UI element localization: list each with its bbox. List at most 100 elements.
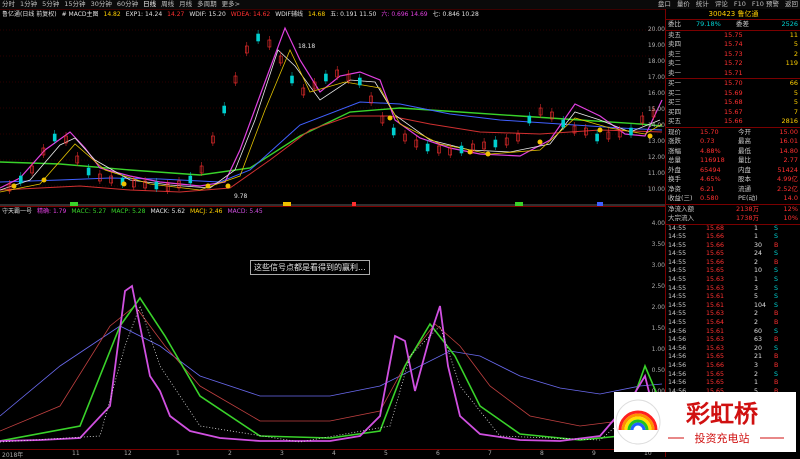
stat-label: 外盘 bbox=[668, 165, 681, 174]
stat-row: 现价 15.70 今开 15.00 bbox=[666, 128, 800, 138]
tick-flag: S bbox=[774, 284, 778, 292]
period-tab[interactable]: 15分钟 bbox=[64, 0, 85, 9]
panel-tab[interactable]: 评论 bbox=[715, 0, 728, 8]
price-tick: 13.00 bbox=[647, 138, 665, 145]
period-tab[interactable]: 周线 bbox=[161, 0, 174, 9]
tick-time: 14:55 bbox=[668, 293, 687, 301]
lower-legend-item: MACD: 5.45 bbox=[227, 208, 263, 215]
period-tab[interactable]: 30分钟 bbox=[91, 0, 112, 9]
quote-price: 15.73 bbox=[724, 49, 743, 58]
period-tab[interactable]: 月线 bbox=[179, 0, 192, 9]
lower-legend-item: MACP: 5.28 bbox=[111, 208, 146, 215]
tick-price: 15.65 bbox=[706, 267, 725, 275]
stats-block: 现价 15.70 今开 15.00 涨跌 0.73 最高 16.01 涨幅 4.88% 最低 14.8… bbox=[666, 128, 800, 205]
tick-flag: S bbox=[774, 267, 778, 275]
weibi-row: 委比 79.18% 委差 2526 bbox=[666, 20, 800, 31]
indicator-tick: 3.00 bbox=[651, 262, 665, 269]
tick-row: 14:55 15.66 30 B bbox=[666, 242, 800, 251]
stat-row: 收益(三) 0.580 PE(动) 14.0 bbox=[666, 194, 800, 204]
lower-legend-item: MACK: 5.62 bbox=[150, 208, 186, 215]
stat-label: 内盘 bbox=[738, 165, 751, 174]
tick-volume: 104 bbox=[754, 301, 767, 309]
panel-tab[interactable]: 量价 bbox=[677, 0, 690, 8]
tick-flag: B bbox=[774, 241, 779, 249]
quote-volume: 11 bbox=[789, 30, 798, 39]
panel-tab[interactable]: 返回 bbox=[785, 0, 798, 8]
tick-row: 14:56 15.61 60 S bbox=[666, 328, 800, 337]
tick-row: 14:55 15.64 2 B bbox=[666, 319, 800, 328]
quote-row: 买一 15.70 66 bbox=[666, 79, 800, 89]
kline-chart[interactable]: 18.18 9.78 bbox=[0, 20, 665, 206]
tick-flag: S bbox=[774, 250, 778, 258]
tick-volume: 5 bbox=[754, 293, 759, 301]
lower-legend-item: 守天霸一号 bbox=[2, 208, 33, 215]
quote-volume: 5 bbox=[793, 88, 798, 97]
period-tab[interactable]: 多周期 bbox=[197, 0, 217, 9]
tick-time: 14:55 bbox=[668, 267, 687, 275]
svg-text:投资充电站: 投资充电站 bbox=[695, 431, 750, 445]
tick-row: 14:55 15.68 1 S bbox=[666, 225, 800, 234]
legend-item: WDIF辅线 bbox=[275, 11, 303, 18]
lower-legend-item: 精确: 1.79 bbox=[37, 208, 67, 215]
panel-tab[interactable]: F10 bbox=[734, 0, 746, 8]
tick-price: 15.63 bbox=[706, 284, 725, 292]
quote-price: 15.68 bbox=[724, 98, 743, 106]
signal-note: 这些信号点都是看得到的赢利... bbox=[250, 260, 370, 275]
tick-volume: 63 bbox=[754, 336, 763, 344]
stat-row: 涨幅 4.88% 最低 14.80 bbox=[666, 147, 800, 157]
period-tab[interactable]: 分时 bbox=[2, 0, 15, 9]
tick-row: 14:56 15.66 3 B bbox=[666, 362, 800, 371]
trend-white bbox=[0, 49, 661, 191]
period-tab[interactable]: 日线 bbox=[143, 0, 156, 9]
tick-price: 15.66 bbox=[706, 258, 725, 266]
quote-label: 买四 bbox=[668, 107, 681, 116]
date-tick: 6 bbox=[436, 450, 440, 457]
tick-price: 15.66 bbox=[706, 241, 725, 249]
legend-item: 鲁亿通(日线 前复权) bbox=[2, 11, 57, 18]
tick-price: 15.66 bbox=[706, 233, 725, 241]
tick-price: 15.66 bbox=[706, 362, 725, 369]
stat-value: 4.88% bbox=[700, 146, 721, 155]
panel-tab[interactable]: F10 预警 bbox=[752, 0, 779, 8]
quote-row: 买三 15.68 5 bbox=[666, 98, 800, 108]
tick-time: 14:56 bbox=[668, 370, 687, 378]
stat-value: 2.77 bbox=[783, 156, 798, 164]
flow-row: 净流入额 2138万 12% bbox=[666, 205, 800, 215]
tick-flag: S bbox=[774, 370, 778, 378]
indicator-chart[interactable] bbox=[0, 216, 665, 448]
tick-time: 14:56 bbox=[668, 327, 687, 335]
indicator-tick: 2.00 bbox=[651, 304, 665, 311]
stat-value: 14.0 bbox=[783, 194, 798, 202]
quote-row: 买五 15.66 2816 bbox=[666, 117, 800, 127]
tick-volume: 2 bbox=[754, 370, 759, 378]
tick-volume: 1 bbox=[754, 276, 759, 284]
quote-volume: 2 bbox=[793, 49, 798, 58]
stock-header[interactable]: 300423 鲁亿通 bbox=[666, 9, 800, 20]
tick-volume: 1 bbox=[754, 224, 759, 232]
panel-tab[interactable]: 统计 bbox=[696, 0, 709, 8]
date-tick: 2 bbox=[228, 450, 232, 457]
indicator-blue-line bbox=[0, 325, 663, 417]
quote-volume: 7 bbox=[793, 107, 798, 116]
period-tab[interactable]: 1分钟 bbox=[20, 0, 37, 9]
tick-flag: S bbox=[774, 224, 778, 232]
panel-tab[interactable]: 盘口 bbox=[658, 0, 671, 8]
tick-time: 14:56 bbox=[668, 353, 687, 361]
stat-value: 16.01 bbox=[779, 137, 798, 145]
indicator-tick: 3.50 bbox=[651, 241, 665, 248]
date-tick: 3 bbox=[280, 450, 284, 457]
quote-price: 15.74 bbox=[724, 40, 743, 48]
quote-price: 15.71 bbox=[724, 68, 743, 77]
tick-price: 15.65 bbox=[706, 379, 725, 387]
period-tab[interactable]: 60分钟 bbox=[117, 0, 138, 9]
stat-label: 涨幅 bbox=[668, 146, 681, 155]
stat-label: 总量 bbox=[668, 156, 681, 164]
tick-volume: 24 bbox=[754, 250, 763, 258]
period-tab[interactable]: 5分钟 bbox=[42, 0, 59, 9]
stat-value: 0.580 bbox=[700, 194, 719, 202]
tick-flag: S bbox=[774, 301, 778, 309]
period-tab[interactable]: 更多> bbox=[222, 0, 240, 9]
tick-price: 15.61 bbox=[706, 327, 725, 335]
legend-item: 14.68 bbox=[308, 11, 326, 18]
stat-label: 股本 bbox=[738, 175, 751, 183]
